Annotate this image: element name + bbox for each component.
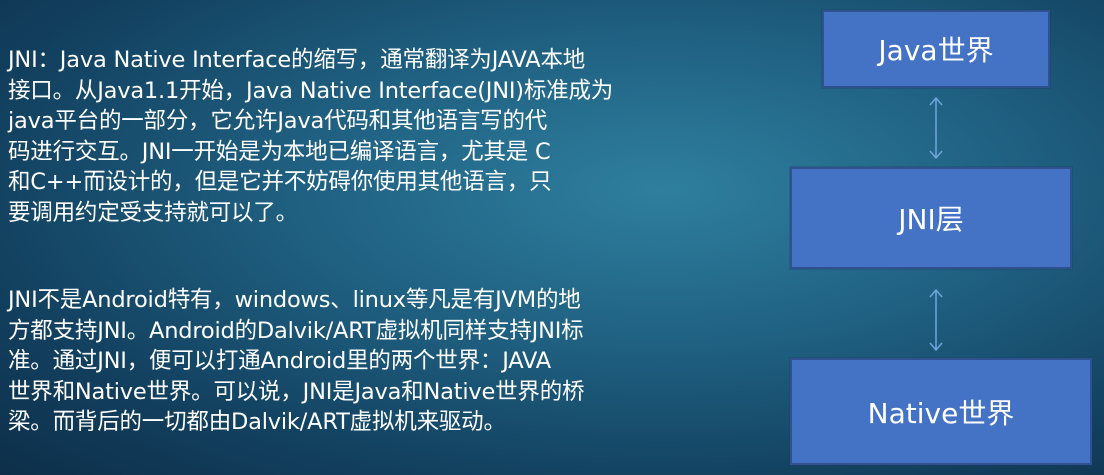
native-world-label: Native世界 bbox=[867, 396, 1015, 430]
jni-layer-label: JNI层 bbox=[898, 203, 964, 236]
text-line: JNI：Java Native Interface的缩写，通常翻译为JAVA本地 bbox=[8, 47, 586, 73]
text-line: 准。通过JNI，便可以打通Android里的两个世界：JAVA bbox=[8, 348, 551, 374]
native-world-box: Native世界 bbox=[790, 358, 1092, 465]
intro-paragraph: JNI：Java Native Interface的缩写，通常翻译为JAVA本地… bbox=[8, 45, 698, 228]
text-line: 要调用约定受支持就可以了。 bbox=[8, 199, 298, 226]
double-arrow-icon bbox=[929, 288, 943, 352]
text-line: java平台的一部分，它允许Java代码和其他语言写的代 bbox=[8, 108, 548, 134]
text-line: 梁。而背后的一切都由Dalvik/ART虚拟机来驱动。 bbox=[8, 409, 506, 435]
java-world-label: Java世界 bbox=[878, 34, 994, 67]
text-line: JNI不是Android特有，windows、linux等凡是有JVM的地 bbox=[8, 287, 581, 313]
java-world-box: Java世界 bbox=[822, 10, 1050, 88]
text-line: 方都支持JNI。Android的Dalvik/ART虚拟机同样支持JNI标 bbox=[8, 317, 584, 344]
detail-paragraph: JNI不是Android特有，windows、linux等凡是有JVM的地 方都… bbox=[8, 285, 698, 438]
text-line: 码进行交互。JNI一开始是为本地已编译语言，尤其是 C bbox=[8, 138, 551, 165]
double-arrow-icon bbox=[929, 96, 943, 160]
text-line: 接口。从Java1.1开始，Java Native Interface(JNI)… bbox=[8, 77, 614, 104]
text-line: 世界和Native世界。可以说，JNI是Java和Native世界的桥 bbox=[8, 378, 585, 405]
jni-layer-box: JNI层 bbox=[790, 167, 1072, 269]
text-line: 和C++而设计的，但是它并不妨碍你使用其他语言，只 bbox=[8, 169, 552, 195]
